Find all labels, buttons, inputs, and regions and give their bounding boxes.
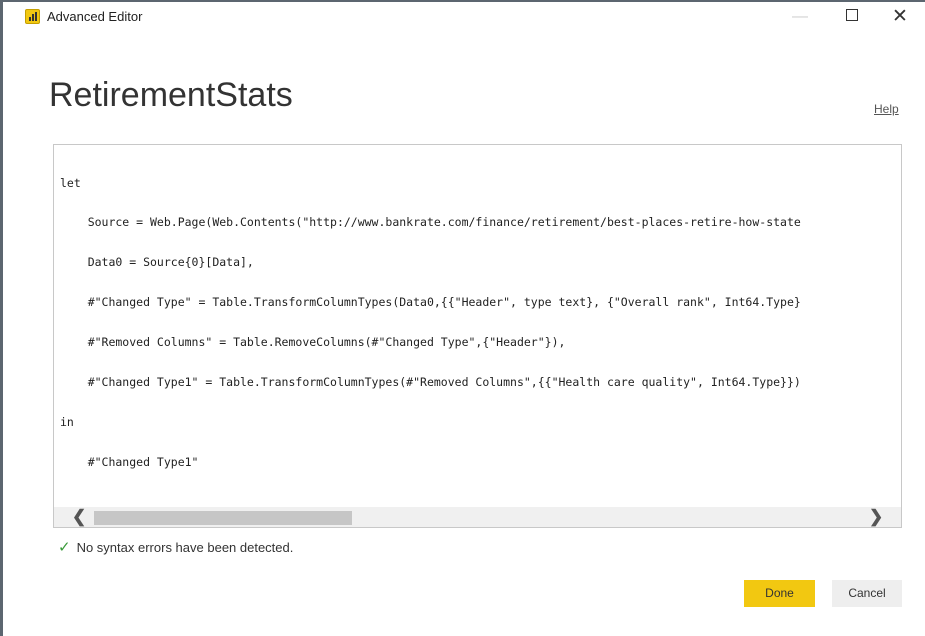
- code-line: #"Changed Type" = Table.TransformColumnT…: [60, 295, 801, 310]
- syntax-status: ✓ No syntax errors have been detected.: [58, 538, 293, 556]
- cancel-button[interactable]: Cancel: [832, 580, 902, 607]
- advanced-editor-window: Advanced Editor — ✕ RetirementStats Help…: [0, 0, 925, 636]
- code-line: #"Changed Type1": [60, 454, 199, 469]
- title-bar[interactable]: Advanced Editor — ✕: [3, 2, 925, 32]
- horizontal-scrollbar[interactable]: ❮ ❯: [54, 507, 901, 527]
- checkmark-icon: ✓: [58, 538, 71, 556]
- scrollbar-thumb[interactable]: [94, 511, 352, 525]
- code-line: Data0 = Source{0}[Data],: [60, 255, 254, 270]
- minimize-button[interactable]: —: [780, 2, 820, 32]
- maximize-button[interactable]: [832, 2, 872, 32]
- scroll-right-icon[interactable]: ❯: [869, 507, 883, 527]
- window-title: Advanced Editor: [47, 9, 143, 24]
- code-line: #"Removed Columns" = Table.RemoveColumns…: [60, 335, 566, 350]
- code-line: Source = Web.Page(Web.Contents("http://w…: [60, 215, 801, 230]
- syntax-status-message: No syntax errors have been detected.: [76, 540, 294, 555]
- code-line: let: [60, 175, 81, 190]
- help-link[interactable]: Help: [874, 102, 899, 116]
- minimize-icon: —: [792, 8, 808, 25]
- close-icon: ✕: [892, 6, 908, 27]
- scroll-left-icon[interactable]: ❮: [72, 507, 86, 527]
- power-bi-icon: [25, 9, 40, 24]
- code-editor[interactable]: let Source = Web.Page(Web.Contents("http…: [53, 144, 902, 528]
- code-line: #"Changed Type1" = Table.TransformColumn…: [60, 375, 801, 390]
- query-title: RetirementStats: [49, 76, 293, 114]
- code-text[interactable]: let Source = Web.Page(Web.Contents("http…: [60, 150, 801, 496]
- close-button[interactable]: ✕: [880, 2, 920, 32]
- maximize-icon: [846, 9, 858, 22]
- done-button[interactable]: Done: [744, 580, 815, 607]
- code-line: in: [60, 414, 74, 429]
